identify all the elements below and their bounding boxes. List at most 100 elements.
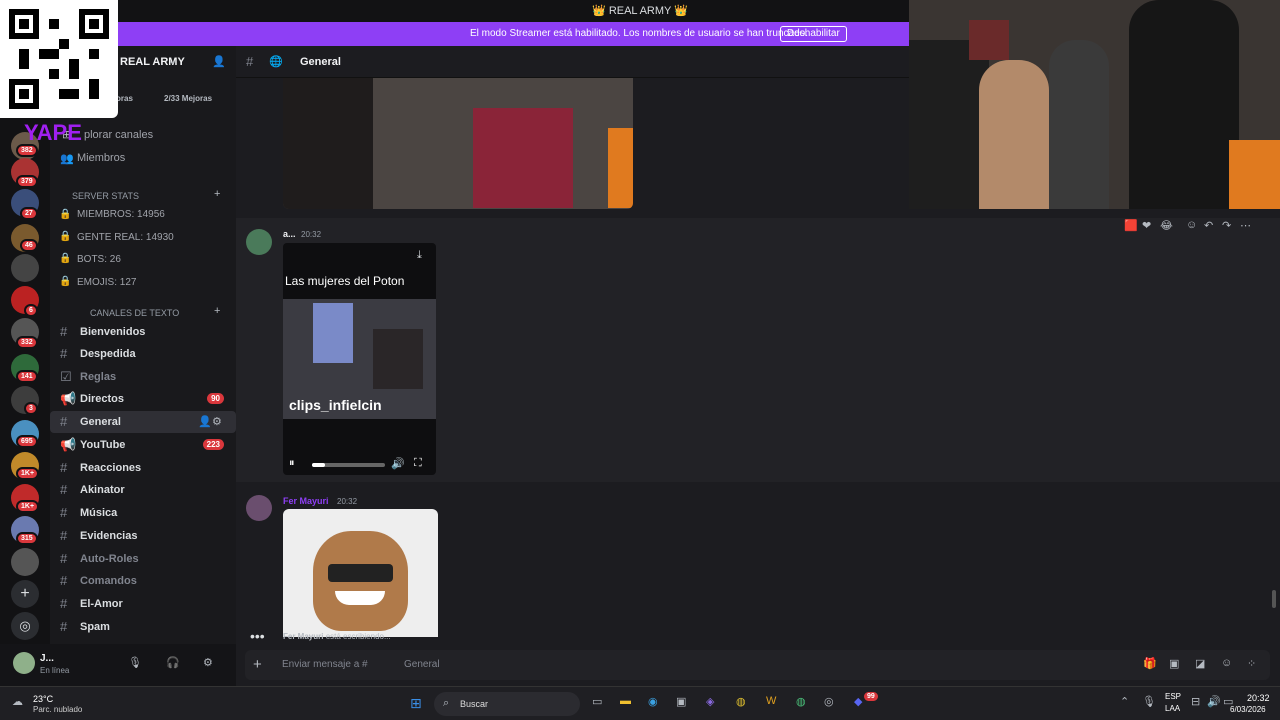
fullscreen-icon[interactable]: ⛶	[414, 457, 422, 470]
lang-layout[interactable]: LAA	[1165, 704, 1180, 713]
scrollbar-thumb[interactable]	[1272, 590, 1276, 608]
text-channels-category[interactable]: CANALES DE TEXTO	[90, 308, 179, 318]
gift-icon[interactable]: 🎁	[1143, 657, 1157, 670]
user-name: J...	[40, 653, 54, 664]
channel-label: YouTube	[80, 439, 126, 451]
gear-icon[interactable]: ⚙	[203, 656, 213, 669]
tray-chevron-icon[interactable]: ⌃	[1120, 695, 1129, 708]
hash-icon: #	[60, 324, 68, 339]
chrome-profile-icon[interactable]: ◍	[796, 695, 806, 708]
server-icon[interactable]	[11, 254, 39, 282]
store-icon[interactable]: ▣	[676, 695, 686, 708]
avatar[interactable]	[246, 229, 272, 255]
apps-icon[interactable]: ⁘	[1247, 657, 1256, 670]
channel-item[interactable]: # Evidencias	[50, 525, 236, 547]
stats-category[interactable]: SERVER STATS	[72, 191, 139, 201]
file-explorer-icon[interactable]: ▬	[620, 695, 631, 707]
avatar[interactable]	[13, 652, 35, 674]
network-icon[interactable]: ⊟	[1191, 695, 1200, 708]
reply-icon[interactable]: ↶	[1204, 219, 1213, 232]
chrome-icon[interactable]: ◍	[736, 695, 746, 708]
webcam-overlay	[909, 0, 1280, 209]
channel-item[interactable]: # Reacciones	[50, 457, 236, 479]
sticker-icon[interactable]: ◪	[1195, 657, 1205, 670]
headphones-icon[interactable]: 🎧	[166, 656, 180, 669]
app-icon[interactable]: W	[766, 695, 776, 707]
discord-badge: 99	[862, 690, 880, 703]
channel-item[interactable]: # Auto-Roles	[50, 548, 236, 570]
reaction-icon[interactable]: 🟥	[1124, 219, 1138, 232]
search-icon: ⌕	[443, 697, 450, 709]
heart-icon[interactable]: ❤	[1142, 219, 1151, 232]
microphone-icon[interactable]: 🎙	[128, 656, 142, 669]
add-channel-icon[interactable]: +	[214, 305, 220, 317]
server-badge: 332	[16, 336, 38, 349]
channel-item[interactable]: 📢 Directos 90	[50, 388, 236, 410]
download-icon[interactable]: ⤓	[417, 249, 422, 262]
copilot-icon[interactable]: ◈	[706, 695, 714, 708]
channel-item[interactable]: # Akinator	[50, 479, 236, 501]
server-icon[interactable]	[11, 548, 39, 576]
channel-item[interactable]: # Comandos	[50, 570, 236, 592]
stat-real-people[interactable]: GENTE REAL: 14930	[77, 232, 174, 243]
channel-header: # 🌐 General	[236, 46, 910, 78]
gif-icon[interactable]: ▣	[1169, 657, 1179, 670]
lang-code[interactable]: ESP	[1165, 692, 1181, 701]
more-icon[interactable]: ⋯	[1240, 219, 1251, 232]
user-status: En línea	[40, 666, 70, 675]
task-view-icon[interactable]: ▭	[592, 695, 602, 708]
channel-item[interactable]: # Música	[50, 502, 236, 524]
clock-time[interactable]: 20:32	[1247, 693, 1270, 703]
volume-icon[interactable]: 🔊	[1207, 695, 1221, 708]
channel-item[interactable]: # Despedida	[50, 343, 236, 365]
taskbar-search[interactable]: ⌕ Buscar	[434, 692, 580, 716]
sticker-image[interactable]	[283, 509, 438, 637]
channel-item[interactable]: # Bienvenidos	[50, 321, 236, 343]
weather-desc[interactable]: Parc. nublado	[33, 705, 82, 714]
members-link[interactable]: Miembros	[77, 152, 125, 164]
volume-icon[interactable]: 🔊	[391, 457, 405, 470]
disable-streamer-mode-button[interactable]: Deshabilitar	[780, 26, 847, 42]
chevron-down-icon[interactable]: ⌄	[168, 54, 177, 67]
gear-icon[interactable]: ⚙	[212, 415, 222, 428]
attach-plus-icon[interactable]: +	[253, 656, 262, 673]
boost-progress[interactable]: 2/33 Mejoras	[164, 94, 212, 103]
message-author[interactable]: Fer Mayuri	[283, 496, 329, 506]
pause-icon[interactable]: ⏸	[289, 457, 295, 470]
mic-tray-icon[interactable]: 🎙	[1142, 695, 1156, 708]
add-server-icon[interactable]: +	[11, 580, 39, 608]
laugh-icon[interactable]: 😂	[1160, 219, 1173, 232]
add-reaction-icon[interactable]: ☺	[1186, 219, 1197, 231]
video-title: Las mujeres del Poton	[285, 274, 405, 288]
explore-channels[interactable]: plorar canales	[84, 129, 153, 141]
edge-icon[interactable]: ◉	[648, 695, 658, 708]
clock-date[interactable]: 6/03/2026	[1230, 705, 1266, 714]
image-attachment[interactable]	[283, 78, 633, 209]
channel-item[interactable]: 📢 YouTube 223	[50, 434, 236, 456]
message-composer[interactable]: + Enviar mensaje a # General 🎁 ▣ ◪ ☺ ⁘	[245, 650, 1270, 680]
stat-bots[interactable]: BOTS: 26	[77, 254, 121, 265]
taskbar-search-label: Buscar	[460, 699, 489, 709]
obs-icon[interactable]: ◎	[824, 695, 834, 708]
video-progress[interactable]	[312, 463, 385, 467]
channel-item[interactable]: ☑ Reglas	[50, 366, 236, 388]
video-frame: clips_infielcin	[283, 299, 436, 419]
channel-emoji-icon: 🌐	[269, 56, 283, 68]
discover-icon[interactable]: ◎	[11, 612, 39, 640]
add-channel-icon[interactable]: +	[214, 188, 220, 200]
channel-item[interactable]: # El-Amor	[50, 593, 236, 615]
invite-icon[interactable]: 👤	[198, 415, 212, 428]
channel-item[interactable]: # Spam	[50, 616, 236, 638]
emoji-icon[interactable]: ☺	[1221, 657, 1232, 669]
message-author[interactable]: a...	[283, 229, 296, 239]
streamer-mode-message: El modo Streamer está habilitado. Los no…	[470, 28, 808, 39]
channel-item[interactable]: # General 👤 ⚙	[50, 411, 236, 433]
weather-temp[interactable]: 23°C	[33, 694, 53, 704]
forward-icon[interactable]: ↷	[1222, 219, 1231, 232]
stat-emojis[interactable]: EMOJIS: 127	[77, 277, 136, 288]
stat-members[interactable]: MIEMBROS: 14956	[77, 209, 165, 220]
add-member-icon[interactable]: 👤	[212, 55, 226, 68]
avatar[interactable]	[246, 495, 272, 521]
windows-start-icon[interactable]: ⊞	[410, 695, 422, 712]
video-player[interactable]: ⤓ Las mujeres del Poton clips_infielcin …	[283, 243, 436, 475]
